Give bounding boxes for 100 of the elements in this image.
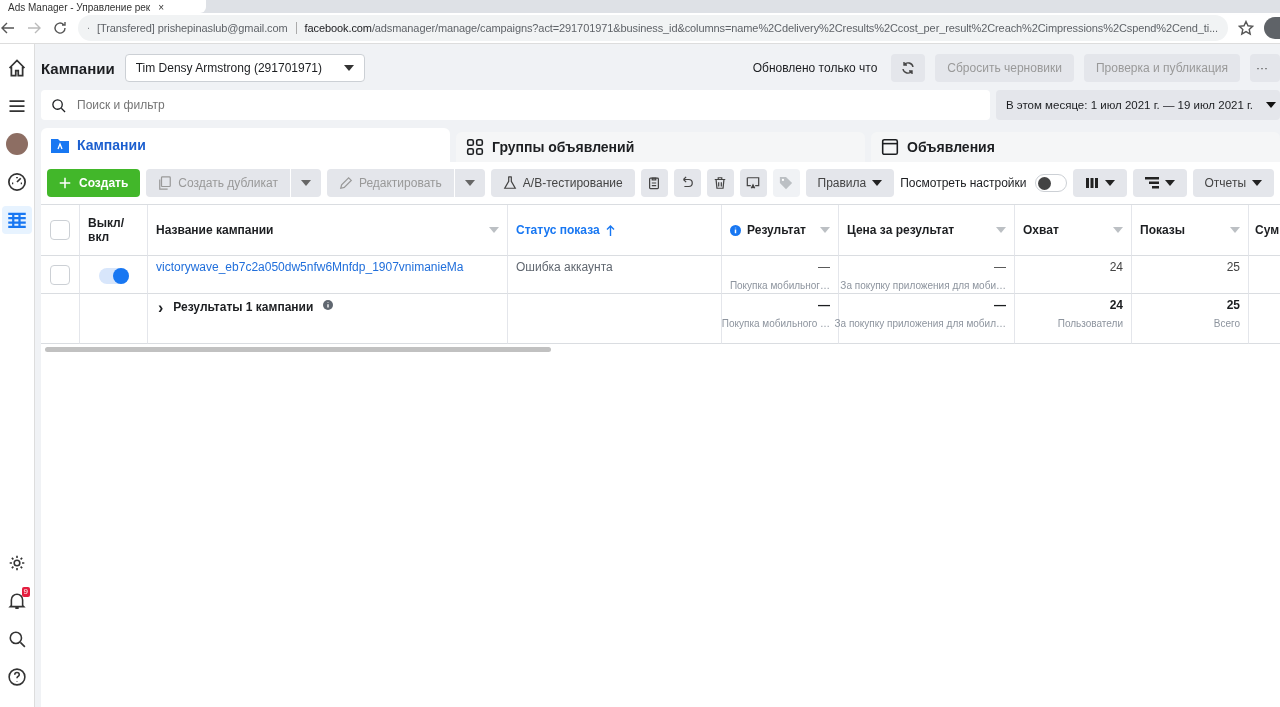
total-value: —: [818, 298, 830, 312]
total-value: —: [994, 298, 1006, 312]
caret-icon: [489, 227, 499, 233]
toolbar-icon-button[interactable]: [673, 169, 701, 197]
reload-icon: [52, 20, 68, 36]
caret-icon: [1266, 102, 1276, 108]
caret-icon: [464, 180, 475, 186]
export-icon: [746, 176, 761, 190]
view-settings-switch[interactable]: [1034, 174, 1067, 192]
metric-caption: Пользователи: [1057, 318, 1123, 329]
metric-caption: Покупка мобильног…: [729, 280, 830, 291]
metric-caption: Покупка мобильного …: [721, 318, 830, 329]
column-header[interactable]: Название кампании: [148, 205, 508, 256]
toolbar-icon-button[interactable]: [706, 169, 734, 197]
refresh-icon: [900, 60, 917, 76]
notification-badge: 9: [21, 587, 30, 597]
level-tab[interactable]: Кампании: [41, 128, 450, 162]
toolbar-icon-button[interactable]: [739, 169, 767, 197]
delivery-status: Ошибка аккаунта: [516, 260, 613, 274]
star-icon: [1238, 20, 1254, 36]
clipboard-icon: [647, 176, 662, 190]
plus-icon: [59, 177, 71, 189]
forward-icon: [26, 20, 42, 36]
caret-icon: [343, 65, 354, 71]
rules-dropdown[interactable]: Правила: [805, 169, 895, 197]
table-icon: [7, 210, 27, 230]
settings-icon: [8, 554, 26, 572]
caret-icon: [1164, 180, 1175, 186]
trash-icon: [713, 176, 728, 190]
column-header[interactable]: Охват: [1015, 205, 1132, 256]
caret-icon: [820, 227, 830, 233]
column-header[interactable]: Выкл/ вкл: [80, 205, 148, 256]
window-icon: [881, 138, 899, 156]
profile-avatar[interactable]: [1264, 17, 1280, 39]
total-value: 25: [1226, 298, 1240, 312]
breakdown-icon: [1144, 177, 1159, 189]
search-icon: [51, 98, 66, 113]
search-icon: [8, 630, 26, 648]
sort-arrow-icon: [605, 224, 615, 236]
tag-icon: [779, 176, 793, 190]
metric-value: 25: [1226, 260, 1240, 274]
info-icon: [730, 224, 741, 236]
folder-icon: [51, 137, 69, 153]
refresh-button[interactable]: [891, 54, 926, 82]
level-tab[interactable]: Группы объявлений: [456, 132, 865, 162]
caret-icon: [1113, 227, 1123, 233]
caret-icon: [996, 227, 1006, 233]
caret-icon: [1252, 180, 1262, 186]
edit-menu-button[interactable]: [454, 169, 485, 197]
columns-icon: [1084, 177, 1099, 189]
gauge-icon: [7, 172, 27, 192]
total-value: 24: [1109, 298, 1123, 312]
grid-icon: [466, 138, 484, 156]
more-button[interactable]: ···: [1250, 54, 1280, 82]
column-header[interactable]: Статус показа: [508, 205, 722, 256]
back-icon: [0, 20, 16, 36]
bell-icon: [8, 592, 26, 610]
campaign-name-link[interactable]: victorywave_eb7c2a050dw5nfw6Mnfdp_1907vnimanieMa: [156, 260, 464, 274]
pencil-icon: [338, 176, 353, 190]
duplicate-menu-button[interactable]: [290, 169, 321, 197]
toolbar-icon-button[interactable]: [640, 169, 668, 197]
column-header[interactable]: Сум: [1249, 205, 1280, 256]
campaign-toggle[interactable]: [98, 268, 129, 284]
info-icon: [323, 300, 334, 310]
address-bar[interactable]: [Transfered] prishepinaslub@gmail.com facebook.com/adsmanager/manage/campaigns?act=291701971&business_id&columns=name%2Cdelivery%2Cresults%2Ccost_per_result%2Creach%2Cimpressions%2Cspend%2Cend_ti...: [78, 15, 1228, 41]
caret-icon: [872, 180, 883, 186]
ab-test-button[interactable]: A/B-тестирование: [490, 169, 635, 197]
account-dropdown[interactable]: Tim Densy Armstrong (291701971): [124, 54, 365, 82]
row-checkbox[interactable]: [50, 265, 70, 285]
flask-icon: [502, 176, 517, 190]
date-range-dropdown[interactable]: В этом месяце: 1 июл 2021 г. — 19 июл 2021 г.: [996, 90, 1280, 120]
close-tab-button[interactable]: ×: [158, 2, 165, 13]
reports-dropdown[interactable]: Отчеты: [1192, 169, 1274, 197]
columns-dropdown[interactable]: [1072, 169, 1127, 197]
browser-tab-title[interactable]: Ads Manager - Управление рек: [8, 2, 151, 13]
update-status: Обновлено только что: [752, 61, 878, 75]
column-header[interactable]: Результат: [722, 205, 839, 256]
copy-icon: [158, 176, 173, 190]
totals-label: Результаты 1 кампании: [173, 300, 314, 314]
caret-icon: [300, 180, 311, 186]
home-icon: [7, 58, 27, 78]
help-icon: [8, 668, 26, 686]
level-tab[interactable]: Объявления: [871, 132, 1280, 162]
horizontal-scrollbar[interactable]: [45, 347, 551, 352]
select-all-checkbox[interactable]: [50, 220, 70, 240]
search-field[interactable]: Поиск и фильтр: [41, 90, 990, 120]
column-header[interactable]: Показы: [1132, 205, 1249, 256]
caret-icon: [1230, 227, 1240, 233]
expand-button[interactable]: ›: [158, 300, 164, 316]
metric-value: —: [818, 260, 830, 274]
metric-caption: За покупку приложения для моби…: [840, 280, 1006, 291]
caret-icon: [1104, 180, 1115, 186]
metric-caption: Всего: [1213, 318, 1240, 329]
metric-caption: За покупку приложения для мобил…: [834, 318, 1006, 329]
breakdown-dropdown[interactable]: [1132, 169, 1187, 197]
metric-value: 24: [1109, 260, 1123, 274]
column-header[interactable]: Цена за результат: [839, 205, 1015, 256]
view-settings-label: Посмотреть настройки: [900, 176, 1027, 190]
undo-icon: [680, 176, 695, 190]
page-title: Кампании: [41, 59, 115, 77]
